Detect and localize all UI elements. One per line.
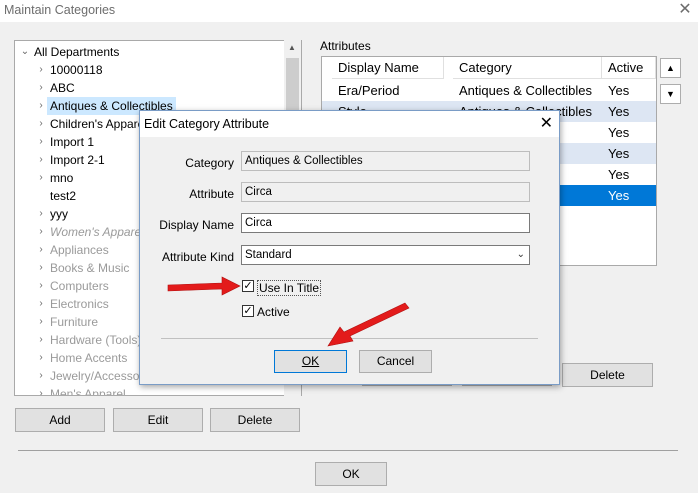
annotation-arrows (167, 276, 410, 347)
arrow-to-use-in-title (167, 276, 241, 296)
arrow-to-ok (327, 302, 410, 347)
